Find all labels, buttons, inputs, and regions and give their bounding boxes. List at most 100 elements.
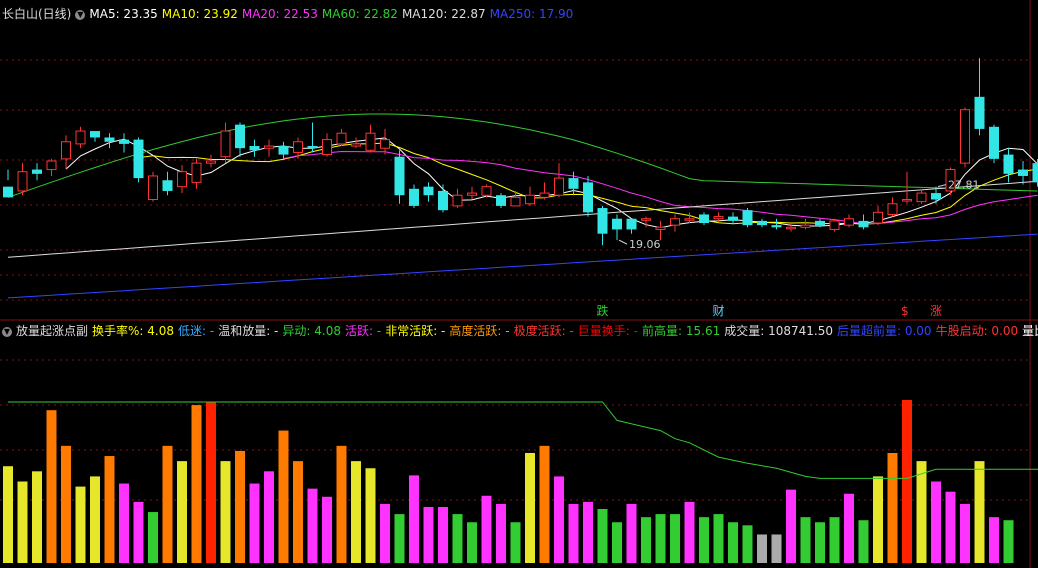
volume-bar xyxy=(496,503,506,563)
ma-label-5: MA250: 17.90 xyxy=(489,7,574,21)
annotation-pointer xyxy=(618,239,628,245)
indicator-item-2: 温和放量: - xyxy=(218,324,279,338)
signal-label-3: 涨 xyxy=(930,304,943,318)
volume-bar xyxy=(815,522,825,563)
candle-body xyxy=(989,126,999,159)
volume-bar xyxy=(409,475,419,563)
candle-body xyxy=(684,218,695,221)
candle-body xyxy=(336,132,347,145)
volume-bar xyxy=(626,503,637,563)
chart-canvas: 27.81 19.06 xyxy=(0,0,1038,568)
candle-body xyxy=(206,160,216,164)
candle-body xyxy=(597,208,608,234)
indicator-item-4: 活跃: - xyxy=(344,324,382,338)
candle-body xyxy=(1018,169,1028,176)
volume-bar xyxy=(655,514,666,563)
candle-body xyxy=(713,216,724,220)
candle-body xyxy=(728,216,738,221)
candle-body xyxy=(467,192,477,196)
volume-bar xyxy=(3,466,13,563)
candle-body xyxy=(815,220,825,226)
candle-body xyxy=(974,96,985,129)
volume-bar xyxy=(17,481,28,563)
candle-body xyxy=(409,188,419,206)
candle-body xyxy=(916,192,927,203)
candle-body xyxy=(742,210,753,226)
volume-bar xyxy=(742,525,753,563)
candle-body xyxy=(61,141,71,160)
volume-bar xyxy=(800,517,811,563)
candle-body xyxy=(771,225,782,228)
price-header: 长白山(日线) ▼ MA5: 23.35 MA10: 23.92 MA20: 22.53… xyxy=(2,5,581,23)
volume-bar xyxy=(757,534,767,563)
volume-bar xyxy=(554,476,564,563)
indicator-item-3: 异动: 4.08 xyxy=(282,324,341,338)
ma60-line xyxy=(7,113,1038,198)
ma-label-0: MA5: 23.35 xyxy=(89,7,158,21)
candle-body xyxy=(568,178,579,189)
volume-bar xyxy=(278,430,289,563)
candle-body xyxy=(786,226,796,230)
candle-body xyxy=(17,171,28,192)
candle-body xyxy=(902,198,912,202)
volume-bar xyxy=(525,452,535,563)
candle-body xyxy=(90,131,100,138)
candle-body xyxy=(293,141,303,153)
candle-body xyxy=(757,220,767,226)
volume-bar xyxy=(989,517,999,563)
candle-body xyxy=(278,146,289,155)
volume-bar xyxy=(394,514,405,563)
high-annotation: 27.81 xyxy=(948,179,980,192)
volume-bar xyxy=(452,514,463,563)
volume-bar xyxy=(699,517,709,563)
candle-body xyxy=(800,224,811,228)
volume-bar xyxy=(481,495,492,563)
indicator-item-0: 换手率%: 4.08 xyxy=(92,324,174,338)
candle-body xyxy=(873,211,883,224)
top-strip xyxy=(778,0,1038,4)
candle-body xyxy=(177,171,187,188)
candle-body xyxy=(438,190,448,211)
candle-body xyxy=(844,218,854,226)
candle-body xyxy=(960,109,970,164)
indicator-item-5: 非常活跃: - xyxy=(385,324,446,338)
volume-bar xyxy=(873,476,883,563)
ma-label-3: MA60: 22.82 xyxy=(321,7,398,21)
candle-body xyxy=(119,139,129,144)
candle-body xyxy=(931,193,941,200)
candle-body xyxy=(32,169,42,174)
dropdown-icon[interactable]: ▼ xyxy=(75,9,86,20)
volume-bar xyxy=(438,506,448,563)
ma-label-4: MA120: 22.87 xyxy=(401,7,486,21)
volume-bar xyxy=(583,501,593,563)
indicator-item-7: 极度活跃: - xyxy=(513,324,574,338)
volume-bar xyxy=(902,400,912,563)
volume-bar xyxy=(249,483,260,563)
volume-bar xyxy=(264,471,274,563)
candle-body xyxy=(249,146,260,151)
candle-body xyxy=(104,137,115,142)
indicator-title[interactable]: 放量起涨点副 xyxy=(16,324,88,338)
volume-bar xyxy=(148,512,158,563)
indicator-item-8: 巨量换手: - xyxy=(577,324,638,338)
candle-body xyxy=(133,139,144,179)
indicator-item-6: 高度活跃: - xyxy=(449,324,510,338)
candle-body xyxy=(264,145,274,149)
candle-body xyxy=(148,175,158,200)
candle-body xyxy=(322,139,332,156)
candle-body xyxy=(365,132,376,151)
volume-bar xyxy=(684,501,695,563)
candle-body xyxy=(699,214,709,224)
dropdown-icon[interactable]: ▼ xyxy=(2,326,12,337)
candle-body xyxy=(641,218,651,221)
indicator-item-1: 低迷: - xyxy=(178,324,215,338)
candle-body xyxy=(46,160,57,171)
volume-bar xyxy=(728,522,738,563)
volume-bar xyxy=(713,514,724,563)
volume-bar xyxy=(670,514,680,563)
candle-body xyxy=(626,218,637,230)
candle-body xyxy=(539,192,550,198)
stock-title[interactable]: 长白山(日线) xyxy=(2,7,71,21)
indicator-item-9: 前高量: 15.61 xyxy=(642,324,721,338)
volume-bar xyxy=(467,522,477,563)
